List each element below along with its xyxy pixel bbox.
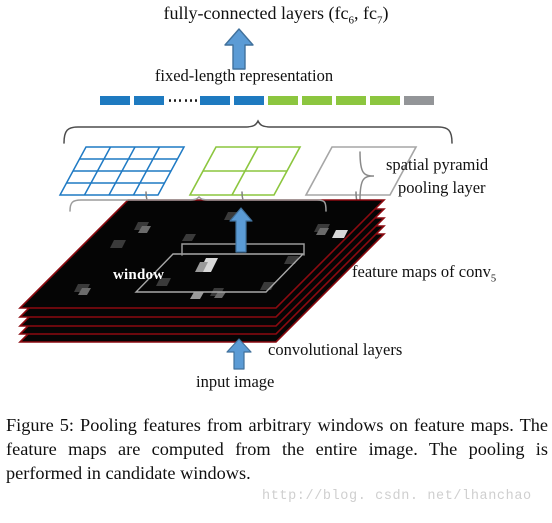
- feature-maps-label: feature maps of conv5: [352, 262, 497, 285]
- input-image-label: input image: [196, 372, 275, 391]
- vector-segment-green-3: [336, 96, 366, 105]
- vector-segment-green-2: [302, 96, 332, 105]
- fixed-length-representation-label: fixed-length representation: [154, 66, 334, 85]
- spp-label-line1: spatial pyramid: [386, 155, 489, 174]
- vector-ellipsis: [169, 97, 198, 104]
- fc-arrow: [224, 28, 254, 70]
- vector-segment-green-4: [370, 96, 400, 105]
- vector-segment-green-1: [268, 96, 298, 105]
- feature-maps-label-sub: 5: [490, 273, 497, 285]
- feature-maps-label-main: feature maps of conv: [352, 262, 491, 281]
- figure-graphic: fully-connected layers (fc6, fc7) fixed-…: [0, 0, 552, 410]
- watermark-text: http://blog. csdn. net/lhanchao: [262, 489, 532, 504]
- vector-segment-gray-1: [404, 96, 434, 105]
- vector-segment-blue-3: [200, 96, 230, 105]
- convolutional-layers-label: convolutional layers: [268, 340, 403, 359]
- feature-map-top-brace: [69, 195, 327, 212]
- vector-segment-blue-1: [100, 96, 130, 105]
- figure-caption: Figure 5: Pooling features from arbitrar…: [6, 415, 548, 483]
- spp-label-line2: pooling layer: [398, 178, 486, 197]
- pyramid-level-4x4-grid: [58, 146, 186, 196]
- fully-connected-layers-title: fully-connected layers (fc6, fc7): [0, 4, 552, 27]
- title-end: ): [382, 3, 389, 23]
- spp-arrow: [229, 207, 253, 253]
- pyramid-level-2x2-grid: [188, 146, 302, 196]
- pyramid-brace-top: [63, 119, 453, 144]
- window-label: window: [113, 267, 165, 283]
- vector-segment-blue-4: [234, 96, 264, 105]
- title-mid: , fc: [353, 3, 377, 23]
- fixed-length-vector-bar: [100, 96, 434, 105]
- vector-segment-blue-2: [134, 96, 164, 105]
- title-main: fully-connected layers (fc: [163, 3, 349, 23]
- feature-map-stack: [18, 199, 386, 343]
- conv-arrow: [226, 338, 252, 370]
